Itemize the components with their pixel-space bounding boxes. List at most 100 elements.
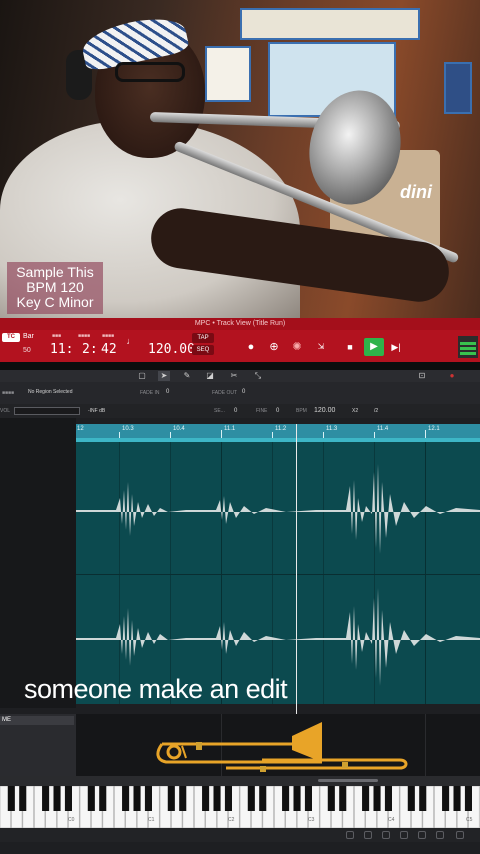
black-key[interactable] [442,786,450,811]
position-tick[interactable]: 42 [101,342,117,357]
black-key[interactable] [339,786,347,811]
bottom-tool-icon[interactable] [400,831,408,839]
track-header-column [0,418,76,708]
instrument-track-name[interactable]: ME [0,716,74,725]
black-key[interactable] [453,786,461,811]
bottom-tool-icon[interactable] [382,831,390,839]
black-key[interactable] [87,786,95,811]
volume-value: -INF dB [88,408,106,414]
stretch-tool-icon[interactable]: ⤡ [252,371,264,381]
audio-track-area[interactable] [76,442,480,704]
tap-tempo-button[interactable]: TAP [192,333,214,343]
region-caption: ■■■■ [2,390,15,396]
bottom-tool-icon[interactable] [418,831,426,839]
horizontal-scrollbar[interactable] [0,776,480,786]
overdub-icon[interactable]: ⊕ [267,340,281,354]
pencil-tool-icon[interactable]: ✎ [181,371,193,381]
octave-label: C1 [148,817,155,823]
glasses [115,62,185,82]
black-key[interactable] [133,786,141,811]
black-key[interactable] [202,786,210,811]
bottom-tool-icon[interactable] [456,831,464,839]
position-bar[interactable]: 11: [50,342,73,357]
play-button[interactable]: ▶ [364,338,384,356]
bottom-tool-icon[interactable] [364,831,372,839]
wall-poster-small [444,62,472,114]
playhead[interactable] [296,424,297,714]
unit-label[interactable]: Bar [23,333,34,340]
position-beat[interactable]: 2: [82,342,98,357]
instrument-track-header[interactable]: ME [0,714,76,776]
piano-keyboard[interactable]: C0 C1 C2 C3 C4 C5 [0,786,480,828]
black-key[interactable] [247,786,255,811]
timeline-ruler[interactable]: 12 10.3 10.4 11.1 11.2 11.3 11.4 12.1 [76,424,480,438]
octave-label: C3 [308,817,315,823]
black-key[interactable] [419,786,427,811]
scrollbar-thumb[interactable] [318,779,378,782]
ruler-label: 11.1 [224,426,236,432]
ruler-label: 12 [77,426,84,432]
select-box-icon[interactable]: ▢ [136,371,148,381]
black-key[interactable] [19,786,27,811]
region-info-bar: ■■■■ No Region Selected FADE IN 0 FADE O… [0,382,480,404]
record-arm-icon[interactable]: ● [446,371,458,381]
window-title: MPC • Track View (Title Run) [0,318,480,330]
black-key[interactable] [99,786,107,811]
black-key[interactable] [259,786,267,811]
ruler-label: 11.2 [275,426,287,432]
black-key[interactable] [327,786,335,811]
black-key[interactable] [7,786,15,811]
fine-value[interactable]: 0 [276,408,279,414]
count-in-icon[interactable]: ⇲ [314,340,328,354]
bottom-tool-icon[interactable] [436,831,444,839]
instrument-track-lane[interactable] [76,714,480,776]
black-key[interactable] [144,786,152,811]
volume-slider[interactable] [14,407,80,415]
time-format-button[interactable]: TC [2,333,20,342]
bottom-tool-icon[interactable] [346,831,354,839]
half-tempo-button[interactable]: /2 [374,408,378,414]
black-key[interactable] [407,786,415,811]
black-key[interactable] [64,786,72,811]
fade-out-value[interactable]: 0 [242,389,245,395]
fade-in-value[interactable]: 0 [166,389,169,395]
black-key[interactable] [384,786,392,811]
record-icon[interactable]: ● [244,340,258,354]
region-bpm-value[interactable]: 120.00 [314,407,335,414]
black-key[interactable] [179,786,187,811]
stop-icon[interactable]: ■ [343,340,357,354]
semi-value[interactable]: 0 [234,408,237,414]
black-key[interactable] [373,786,381,811]
black-key[interactable] [304,786,312,811]
black-key[interactable] [53,786,61,811]
fade-out-label: FADE OUT [212,390,238,396]
video-caption: someone make an edit [24,674,288,704]
level-meter [458,336,478,358]
pointer-tool-icon[interactable]: ➤ [158,371,170,381]
sample-info-box: Sample This BPM 120 Key C Minor [7,262,103,314]
metronome-icon[interactable]: ✺ [290,340,304,354]
section-gap [0,362,480,370]
black-key[interactable] [122,786,130,811]
black-key[interactable] [293,786,301,811]
bpm-display[interactable]: 120.00 [148,342,195,357]
black-key[interactable] [167,786,175,811]
black-key[interactable] [464,786,472,811]
wall-poster-left [205,46,251,102]
scissor-tool-icon[interactable]: ✂ [228,371,240,381]
bottom-toolbar [0,828,480,842]
black-key[interactable] [42,786,50,811]
black-key[interactable] [224,786,232,811]
eraser-tool-icon[interactable]: ◪ [204,371,216,381]
cooler-brand-text: dini [400,182,432,202]
trombone-icon [156,722,408,772]
play-start-icon[interactable]: ▶| [389,340,403,354]
seq-button[interactable]: SEQ [192,345,214,355]
black-key[interactable] [362,786,370,811]
ticks-caption: ■■■■ [102,333,115,339]
lock-icon[interactable]: ⊡ [416,371,428,381]
double-tempo-button[interactable]: X2 [352,408,358,414]
black-key[interactable] [213,786,221,811]
black-key[interactable] [282,786,290,811]
metronome-note-icon[interactable]: ♩ [124,334,138,348]
